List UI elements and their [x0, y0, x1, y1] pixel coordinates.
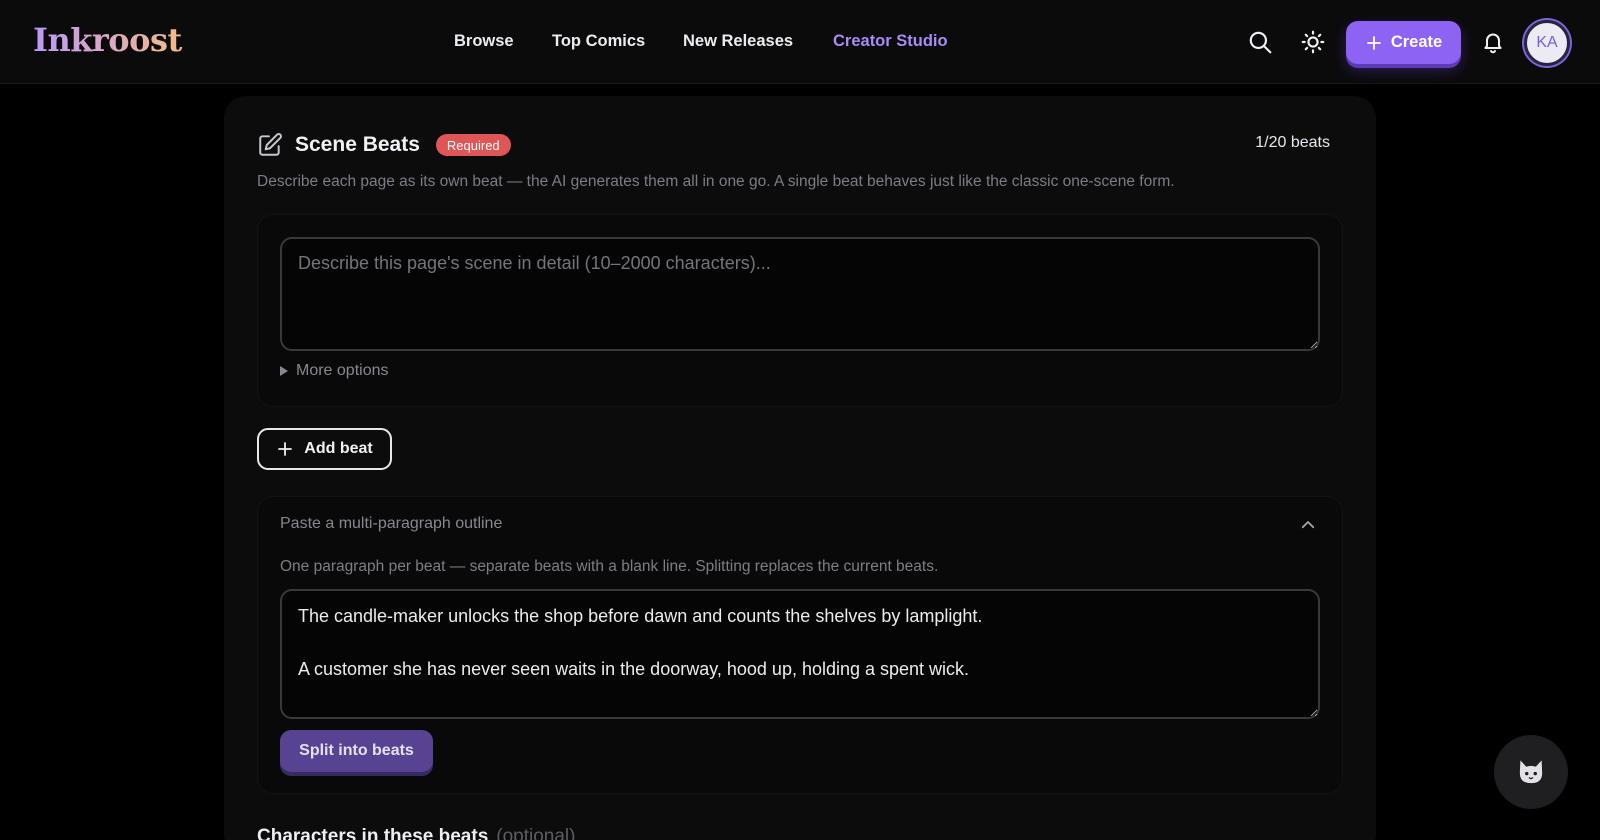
- inkroost-logo[interactable]: Inkroost: [33, 21, 182, 59]
- sun-icon: [1301, 30, 1325, 54]
- beat-count: 1/20 beats: [1255, 134, 1330, 151]
- create-button[interactable]: Create: [1346, 21, 1461, 64]
- notifications-button[interactable]: [1475, 24, 1511, 60]
- page-title: Scene Beats: [295, 133, 420, 156]
- nav-browse[interactable]: Browse: [454, 32, 514, 51]
- more-options-toggle[interactable]: More options: [280, 362, 389, 380]
- cat-face-icon: [1519, 760, 1543, 784]
- user-avatar[interactable]: KA: [1524, 20, 1570, 66]
- top-navigation-bar: Inkroost Browse Top Comics New Releases …: [0, 0, 1600, 84]
- split-into-beats-button[interactable]: Split into beats: [280, 730, 433, 772]
- characters-optional-label: (optional): [496, 826, 576, 840]
- create-button-label: Create: [1390, 33, 1443, 51]
- bell-icon: [1484, 33, 1502, 54]
- nav-new-releases[interactable]: New Releases: [683, 32, 793, 51]
- theme-toggle-button[interactable]: [1295, 24, 1331, 60]
- edit-pencil-icon: [259, 133, 282, 156]
- triangle-right-icon: [280, 366, 288, 376]
- outline-panel-title[interactable]: Paste a multi-paragraph outline: [280, 515, 502, 533]
- plus-icon: [1366, 35, 1381, 50]
- search-icon: [1249, 31, 1272, 54]
- outline-input[interactable]: [280, 589, 1320, 719]
- characters-title: Characters in these beats: [257, 826, 489, 840]
- add-beat-label: Add beat: [304, 440, 373, 457]
- beat-scene-input[interactable]: [280, 237, 1320, 351]
- chevron-up-icon[interactable]: [1299, 516, 1317, 534]
- outline-help-text: One paragraph per beat — separate beats …: [280, 558, 939, 575]
- required-badge: Required: [435, 134, 511, 156]
- plus-icon: [278, 442, 293, 456]
- nav-top-comics[interactable]: Top Comics: [552, 32, 645, 51]
- assistant-cat-button[interactable]: [1494, 735, 1568, 809]
- scene-beats-header: Scene Beats Required: [257, 130, 511, 160]
- characters-section-title: Characters in these beats (optional): [257, 826, 575, 840]
- add-beat-button[interactable]: Add beat: [257, 428, 392, 470]
- nav-creator-studio[interactable]: Creator Studio: [833, 32, 948, 51]
- search-button[interactable]: [1242, 24, 1278, 60]
- scene-beats-description: Describe each page as its own beat — the…: [257, 173, 1175, 190]
- more-options-label: More options: [296, 362, 389, 379]
